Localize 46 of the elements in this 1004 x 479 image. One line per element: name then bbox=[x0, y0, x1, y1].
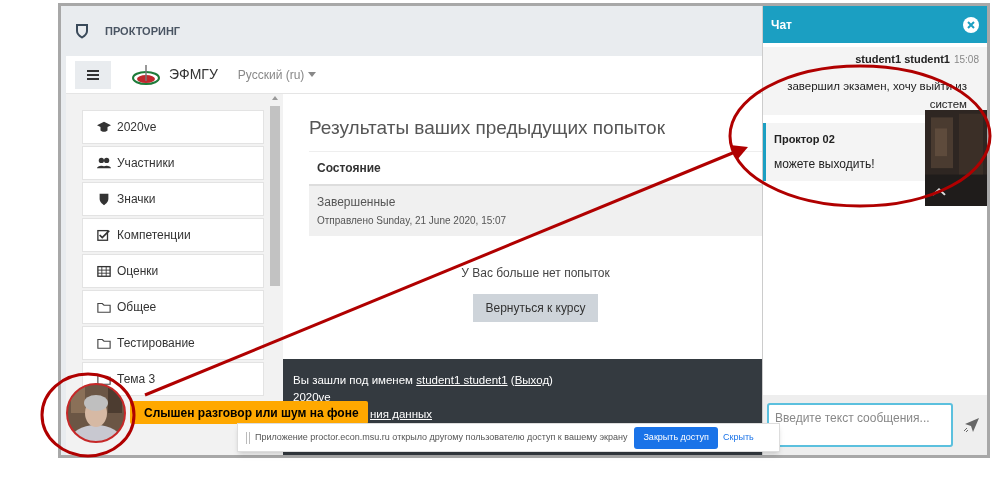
scroll-up-icon bbox=[272, 96, 279, 100]
table-icon bbox=[97, 264, 111, 278]
hide-link[interactable]: Скрыть bbox=[722, 430, 754, 445]
checkbox-icon bbox=[97, 228, 111, 242]
column-header: Состояние bbox=[317, 159, 381, 177]
menu-icon bbox=[87, 69, 99, 80]
logo-icon bbox=[131, 63, 161, 86]
send-icon[interactable] bbox=[963, 418, 979, 432]
language-menu[interactable]: Русский (ru) bbox=[237, 65, 305, 84]
attempt-status: Завершенные bbox=[317, 194, 397, 211]
close-icon[interactable] bbox=[963, 16, 979, 33]
stop-sharing-button[interactable]: Закрыть доступ bbox=[634, 426, 718, 449]
folder-icon bbox=[97, 300, 111, 314]
sidebar-item[interactable]: Оценки bbox=[82, 254, 265, 288]
share-message: Приложение proctor.econ.msu.ru открыло другому пользователю доступ к вашему экрану bbox=[255, 430, 628, 444]
shield-icon bbox=[75, 23, 89, 39]
scrollbar-thumb[interactable] bbox=[270, 106, 281, 286]
footer-link[interactable]: student1 student1 bbox=[416, 374, 508, 386]
drag-handle-icon[interactable] bbox=[246, 431, 250, 444]
sidebar-item[interactable]: 2020ve bbox=[82, 110, 265, 144]
message-time: 15:08 bbox=[953, 53, 979, 67]
message-input[interactable]: Введите текст сообщения... bbox=[767, 403, 953, 447]
return-button[interactable]: Вернуться к курсу bbox=[473, 293, 598, 322]
menu-button[interactable] bbox=[75, 60, 111, 89]
message-author: student1 student1 bbox=[855, 52, 950, 67]
message-author: Проктор 02 bbox=[774, 131, 835, 147]
shield-icon bbox=[97, 192, 111, 206]
sidebar-item[interactable]: Общее bbox=[82, 290, 265, 324]
sidebar-item[interactable]: Участники bbox=[82, 146, 265, 180]
alert-toast: Слышен разговор или шум на фоне bbox=[130, 401, 368, 424]
chat-title: Чат bbox=[771, 16, 792, 34]
site-name[interactable]: ЭФМГУ bbox=[169, 64, 218, 85]
submitted-date: Отправлено Sunday, 21 June 2020, 15:07 bbox=[317, 214, 508, 228]
sidebar-item[interactable]: Тестирование bbox=[82, 326, 265, 360]
footer-link[interactable]: 2020ve bbox=[293, 391, 331, 403]
no-attempts-message: У Вас больше нет попыток bbox=[461, 264, 610, 282]
sidebar-item[interactable]: Значки bbox=[82, 182, 265, 216]
login-info: Вы зашли под именем student1 student1 (Выход) bbox=[293, 373, 553, 388]
sidebar-item[interactable]: Компетенции bbox=[82, 218, 265, 252]
app-title: ПРОКТОРИНГ bbox=[105, 23, 181, 39]
people-icon bbox=[97, 156, 111, 170]
caret-icon bbox=[308, 72, 317, 77]
cap-icon bbox=[97, 120, 111, 134]
folder-icon bbox=[97, 336, 111, 350]
message-text: можете выходить! bbox=[774, 156, 876, 173]
footer-link[interactable]: ния данных bbox=[370, 408, 433, 420]
